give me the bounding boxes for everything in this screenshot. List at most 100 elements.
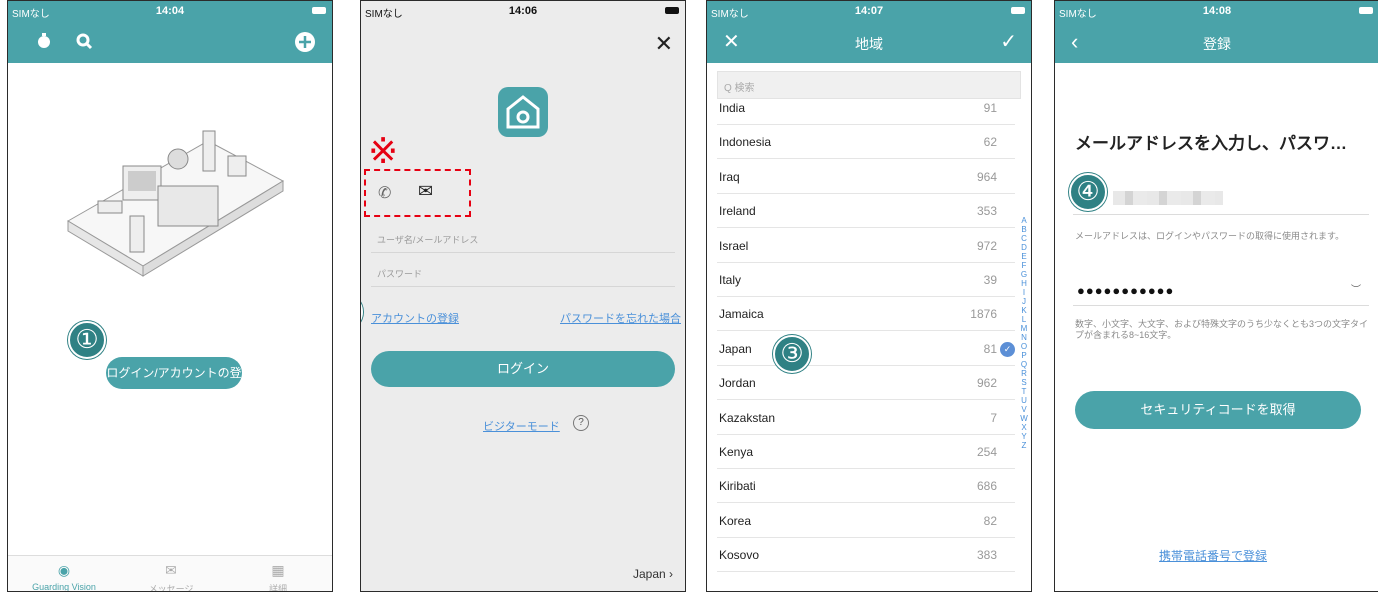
phone-icon[interactable]: ✆	[378, 183, 391, 203]
country-row[interactable]: Israel 972	[717, 229, 1015, 263]
alphabet-letter[interactable]: Z	[1019, 441, 1029, 450]
country-code: 39	[983, 273, 997, 287]
password-hint: 数字、小文字、大文字、および特殊文字のうち少なくとも3つの文字タイプが含まれる8…	[1075, 319, 1369, 340]
alphabet-letter[interactable]: Y	[1019, 432, 1029, 441]
battery-icon	[312, 7, 326, 14]
tab-label: 詳細	[268, 584, 287, 592]
region-selector[interactable]: Japan ›	[633, 567, 673, 581]
alphabet-letter[interactable]: I	[1019, 288, 1029, 297]
alphabet-letter[interactable]: H	[1019, 279, 1029, 288]
country-row[interactable]: Iraq 964	[717, 160, 1015, 194]
country-name: Iraq	[719, 169, 740, 184]
country-code: 686	[976, 479, 997, 494]
password-field[interactable]: パスワード	[371, 257, 675, 287]
alphabet-letter[interactable]: F	[1019, 261, 1029, 270]
country-code: 81	[983, 341, 997, 356]
country-row[interactable]: Japan 81 ✓	[717, 332, 1015, 366]
country-row[interactable]: Jordan 962	[717, 366, 1015, 401]
password-input[interactable]: ●●●●●●●●●●●	[1077, 283, 1174, 298]
hide-password-icon[interactable]: ︶	[1351, 281, 1361, 296]
country-name: India	[719, 101, 746, 115]
country-row[interactable]: Jamaica 1876	[717, 297, 1015, 332]
country-code: 964	[976, 169, 997, 184]
alphabet-letter[interactable]: E	[1019, 252, 1029, 261]
alphabet-letter[interactable]: U	[1019, 396, 1029, 405]
help-icon[interactable]: ?	[573, 415, 589, 431]
alphabet-letter[interactable]: G	[1019, 270, 1029, 279]
country-row[interactable]: India 91	[717, 91, 1015, 125]
confirm-check-icon[interactable]: ✓	[1000, 31, 1017, 53]
country-code: 254	[976, 445, 997, 459]
country-row[interactable]: Kazakstan 7	[717, 401, 1015, 435]
alphabet-letter[interactable]: C	[1019, 234, 1029, 243]
visitor-mode-link[interactable]: ビジターモード	[483, 418, 560, 434]
country-row[interactable]: Korea 82	[717, 504, 1015, 538]
tab-label: メッセージ	[148, 584, 194, 592]
alphabet-letter[interactable]: T	[1019, 387, 1029, 396]
alphabet-letter[interactable]: A	[1019, 216, 1029, 225]
scan-icon[interactable]	[34, 31, 54, 56]
annotation-mark: ※	[368, 131, 399, 172]
get-security-code-button[interactable]: セキュリティコードを取得	[1075, 391, 1361, 429]
instruction-heading: メールアドレスを入力し、パスワ…	[1075, 134, 1347, 153]
battery-icon	[1011, 7, 1025, 14]
nav-bar: ‹ 登録	[1055, 21, 1378, 63]
login-method-highlight: ✆ ✉	[364, 169, 471, 217]
country-row[interactable]: Ireland 353	[717, 194, 1015, 229]
app-logo	[498, 87, 548, 137]
alphabet-letter[interactable]: D	[1019, 243, 1029, 252]
country-name: Japan	[719, 341, 752, 356]
alphabet-letter[interactable]: S	[1019, 378, 1029, 387]
mail-icon[interactable]: ✉	[418, 181, 433, 202]
country-row[interactable]: Indonesia 62	[717, 125, 1015, 160]
devices-illustration	[58, 111, 288, 281]
country-row[interactable]: Kosovo 383	[717, 538, 1015, 573]
tab-guarding-vision[interactable]: ◉ Guarding Vision	[14, 562, 114, 591]
alphabet-letter[interactable]: L	[1019, 315, 1029, 324]
register-by-phone-link[interactable]: 携帯電話番号で登録	[1159, 547, 1267, 564]
alphabet-letter[interactable]: J	[1019, 297, 1029, 306]
alphabet-index[interactable]: ABCDEFGHIJKLMNOPQRSTUVWXYZ	[1019, 216, 1029, 450]
login-button[interactable]: ログイン	[371, 351, 675, 387]
login-register-button[interactable]: ログイン/アカウントの登録	[106, 357, 242, 412]
alphabet-letter[interactable]: N	[1019, 333, 1029, 342]
country-name: Kiribati	[719, 479, 756, 494]
divider	[1073, 305, 1369, 306]
alphabet-letter[interactable]: O	[1019, 342, 1029, 351]
alphabet-letter[interactable]: P	[1019, 351, 1029, 360]
forgot-password-link[interactable]: パスワードを忘れた場合	[560, 310, 681, 326]
email-input[interactable]	[1113, 191, 1223, 205]
alphabet-letter[interactable]: X	[1019, 423, 1029, 432]
search-icon[interactable]	[74, 31, 94, 56]
status-time: 14:04	[155, 5, 185, 17]
country-row[interactable]: Kenya 254	[717, 435, 1015, 469]
country-name: Ireland	[719, 204, 756, 219]
country-name: Israel	[719, 238, 749, 253]
country-code: 82	[983, 513, 997, 528]
battery-icon	[665, 7, 679, 14]
tab-messages[interactable]: ✉ メッセージ	[121, 562, 221, 592]
alphabet-letter[interactable]: M	[1019, 324, 1029, 333]
country-name: Kazakstan	[719, 410, 776, 425]
country-row[interactable]: Italy 39	[717, 263, 1015, 297]
add-device-icon[interactable]	[294, 31, 316, 58]
screen-register: SIMなし 14:08 ‹ 登録 メールアドレスを入力し、パスワ… ④ メールア…	[1054, 0, 1378, 592]
selected-check-icon: ✓	[1000, 341, 1015, 357]
close-icon[interactable]: ✕	[655, 33, 673, 55]
register-account-link[interactable]: アカウントの登録	[371, 310, 459, 326]
alphabet-letter[interactable]: W	[1019, 414, 1029, 423]
step-badge-2: ②	[361, 293, 363, 331]
alphabet-letter[interactable]: Q	[1019, 360, 1029, 369]
alphabet-letter[interactable]: B	[1019, 225, 1029, 234]
tab-details[interactable]: ▦ 詳細	[228, 562, 328, 592]
status-time: 14:06	[508, 5, 538, 17]
page-title: 登録	[1203, 36, 1231, 52]
username-field[interactable]: ユーザ名/メールアドレス	[371, 223, 675, 253]
email-hint: メールアドレスは、ログインやパスワードの取得に使用されます。	[1075, 231, 1345, 241]
alphabet-letter[interactable]: R	[1019, 369, 1029, 378]
alphabet-letter[interactable]: V	[1019, 405, 1029, 414]
nav-bar: ✕ 地域 ✓	[707, 21, 1031, 63]
country-row[interactable]: Kiribati 686	[717, 469, 1015, 504]
mail-icon: ✉	[165, 562, 177, 578]
alphabet-letter[interactable]: K	[1019, 306, 1029, 315]
